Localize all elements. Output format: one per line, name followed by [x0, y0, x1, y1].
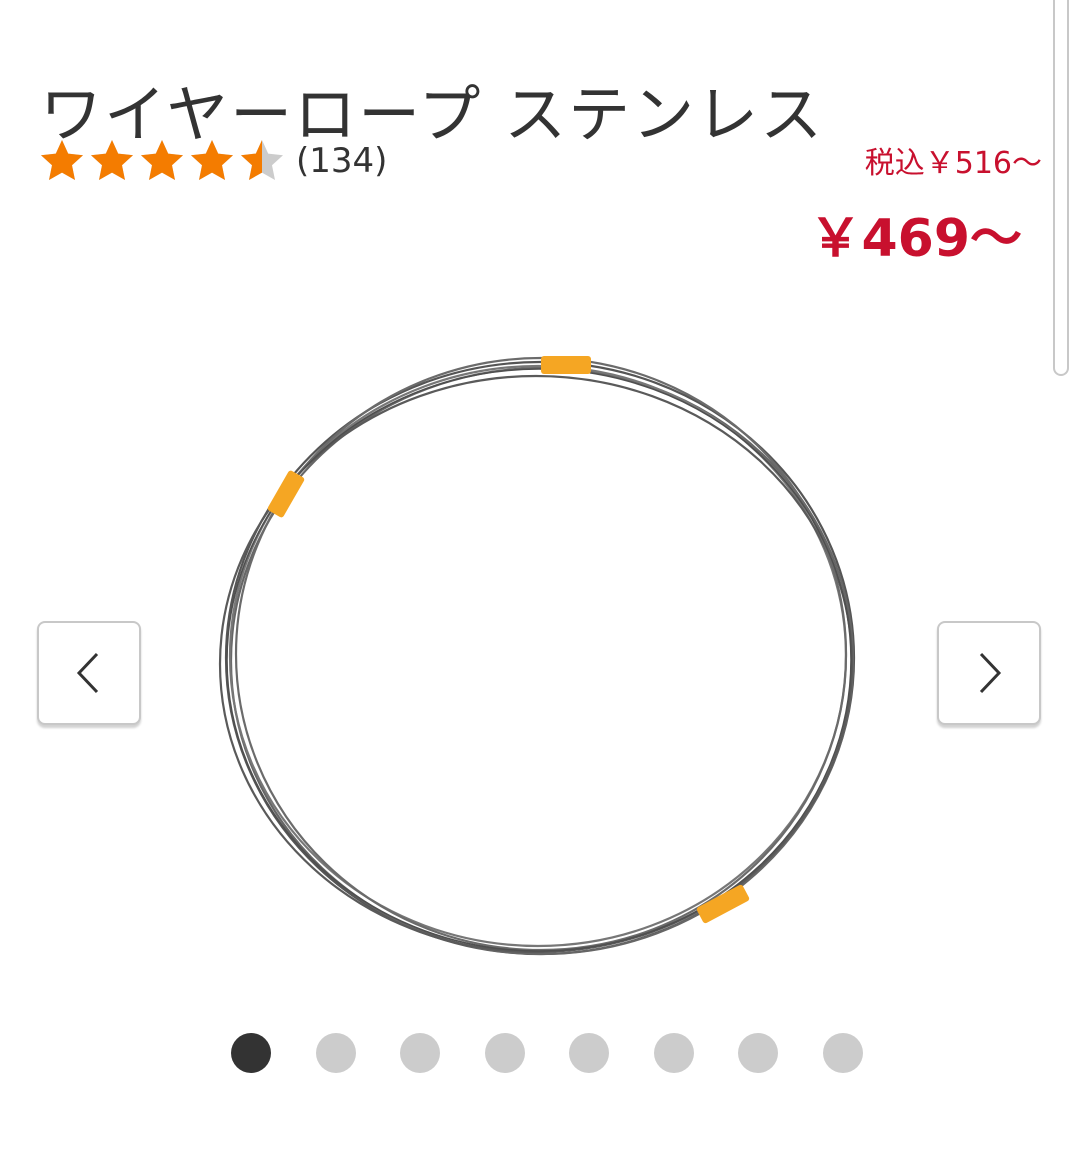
carousel-pagination: [231, 1033, 863, 1073]
star-full-icon: [141, 140, 183, 180]
rating-stars: [38, 137, 288, 185]
pagination-dot[interactable]: [315, 1033, 356, 1073]
product-image: [218, 356, 856, 956]
chevron-right-icon: [979, 652, 1002, 694]
pagination-dot[interactable]: [653, 1033, 694, 1073]
star-full-icon: [41, 140, 83, 180]
pagination-dot[interactable]: [484, 1033, 525, 1073]
scrollbar[interactable]: [1053, 0, 1069, 376]
pagination-dot[interactable]: [738, 1033, 778, 1073]
pagination-dot[interactable]: [231, 1033, 271, 1073]
star-full-icon: [91, 140, 133, 180]
star-half-icon: [241, 140, 283, 180]
price: ￥469〜: [809, 209, 1022, 269]
pagination-dot[interactable]: [400, 1033, 440, 1073]
review-count[interactable]: (134): [296, 141, 387, 181]
product-rating[interactable]: (134): [38, 136, 387, 186]
next-image-button[interactable]: [937, 621, 1041, 725]
pagination-dot[interactable]: [569, 1033, 609, 1073]
chevron-left-icon: [76, 652, 99, 694]
previous-image-button[interactable]: [37, 621, 141, 725]
price-tax-included: 税込￥516〜: [864, 146, 1042, 181]
pagination-dot[interactable]: [822, 1033, 863, 1073]
star-full-icon: [191, 140, 233, 180]
